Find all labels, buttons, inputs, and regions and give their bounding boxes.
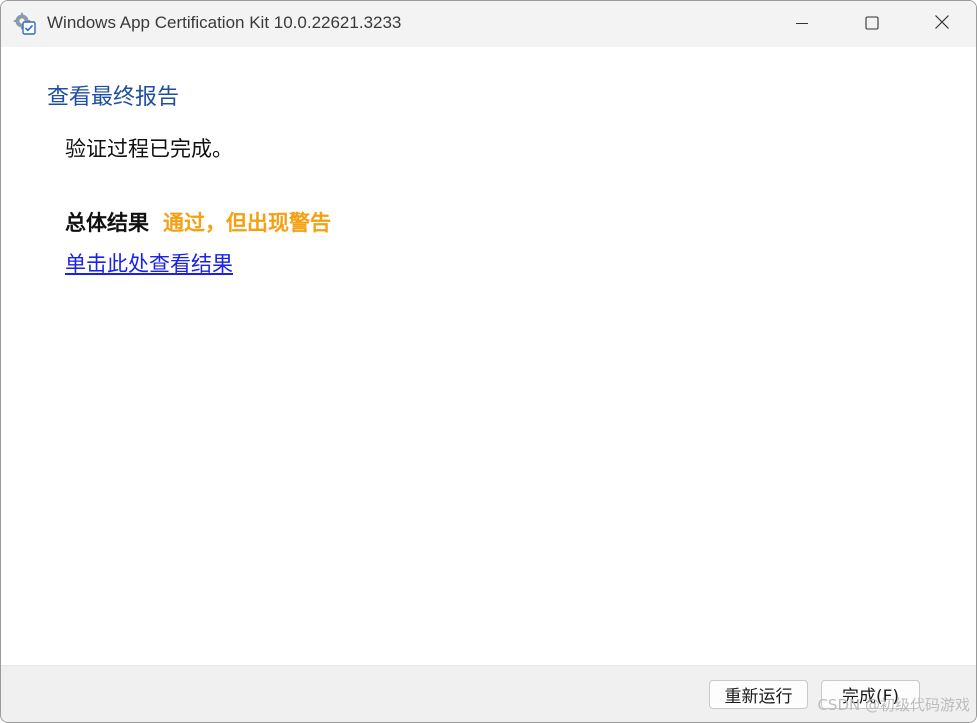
page-heading: 查看最终报告 xyxy=(47,85,180,110)
view-results-link[interactable]: 单击此处查看结果 xyxy=(65,248,233,278)
result-label: 总体结果 xyxy=(65,211,149,235)
close-button[interactable] xyxy=(907,1,976,47)
window-title: Windows App Certification Kit 10.0.22621… xyxy=(47,13,402,32)
minimize-icon xyxy=(795,15,809,34)
report-panel: 查看最终报告 验证过程已完成。 总体结果 通过，但出现警告 单击此处查看结果 xyxy=(1,47,976,665)
button-bar: 重新运行 完成(F) CSDN @初级代码游戏 xyxy=(1,665,976,722)
title-bar[interactable]: Windows App Certification Kit 10.0.22621… xyxy=(1,1,976,47)
watermark: CSDN @初级代码游戏 xyxy=(817,696,970,714)
overall-result: 总体结果 通过，但出现警告 xyxy=(65,207,331,237)
app-window: Windows App Certification Kit 10.0.22621… xyxy=(0,0,977,723)
maximize-button[interactable] xyxy=(837,1,907,47)
status-text: 验证过程已完成。 xyxy=(65,137,233,161)
minimize-button[interactable] xyxy=(767,1,837,47)
rerun-button[interactable]: 重新运行 xyxy=(709,680,808,709)
result-value: 通过，但出现警告 xyxy=(163,211,331,235)
maximize-icon xyxy=(865,15,879,34)
close-icon xyxy=(934,14,950,34)
certification-kit-icon xyxy=(13,12,37,36)
